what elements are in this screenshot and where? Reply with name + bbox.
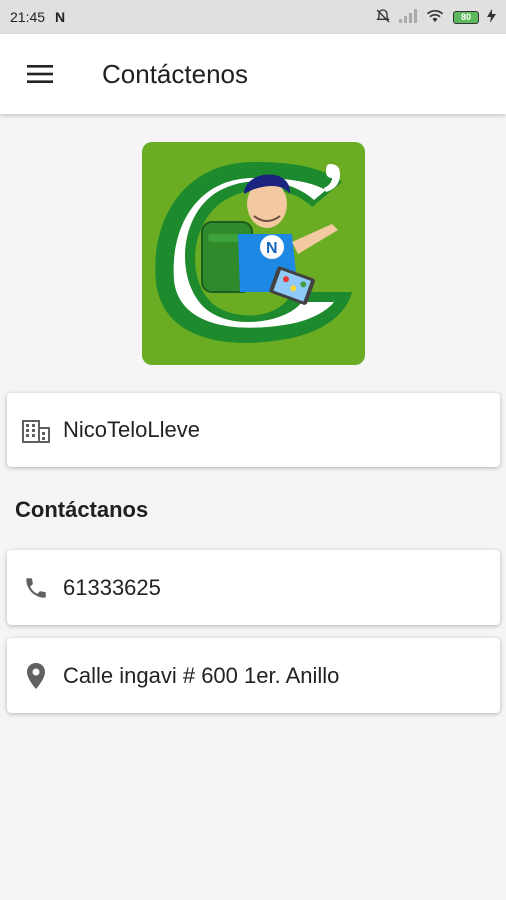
company-name: NicoTeloLleve [63, 417, 200, 442]
menu-icon [27, 65, 53, 83]
charging-icon [487, 8, 496, 26]
status-time: 21:45 [10, 9, 46, 25]
contact-section-title: Contáctanos [15, 497, 149, 522]
wifi-icon [425, 8, 445, 26]
address-text: Calle ingavi # 600 1er. Anillo [63, 662, 340, 688]
page-title: Contáctenos [102, 58, 248, 89]
app-bar: Contáctenos [0, 34, 506, 114]
building-icon [21, 415, 51, 445]
phone-card[interactable]: 61333625 [7, 550, 500, 625]
phone-icon [21, 573, 51, 603]
svg-text:N: N [266, 240, 278, 257]
company-card: NicoTeloLleve [7, 393, 500, 467]
battery-indicator: 80 [453, 10, 479, 24]
company-logo: N [142, 142, 365, 365]
address-card[interactable]: Calle ingavi # 600 1er. Anillo [7, 638, 500, 713]
mute-icon [375, 8, 391, 27]
status-bar: 21:45 N 80 [0, 0, 506, 34]
phone-number: 61333625 [63, 574, 161, 600]
app-notification-icon: N [55, 9, 66, 25]
location-pin-icon [21, 661, 51, 691]
signal-icon [399, 8, 417, 26]
menu-button[interactable] [20, 54, 60, 94]
